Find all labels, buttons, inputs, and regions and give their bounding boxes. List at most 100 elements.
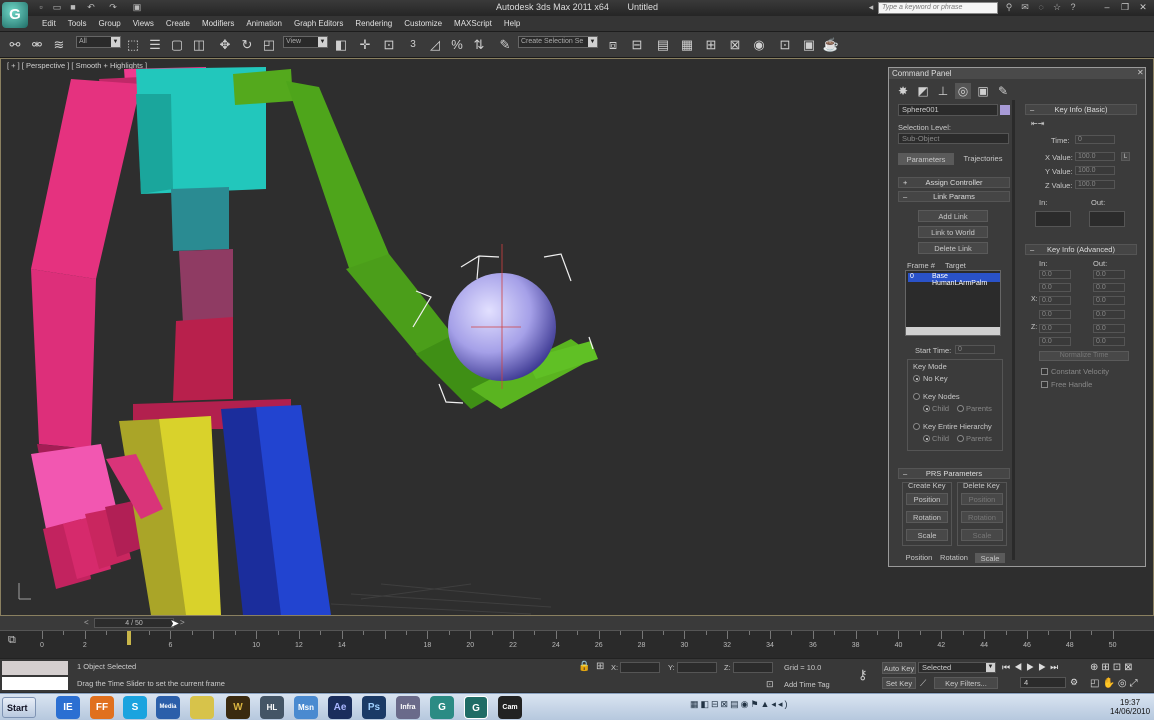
angle-snap-icon[interactable]: ◿ [426, 36, 444, 54]
half-life-app-icon[interactable]: HL [260, 696, 284, 719]
adv-out-spinner-6[interactable]: 0.0 [1093, 337, 1125, 346]
delete-scale-key-button[interactable]: Scale [961, 529, 1003, 541]
no-key-radio[interactable] [913, 375, 920, 382]
menu-create[interactable]: Create [160, 19, 196, 28]
z-value-spinner[interactable]: 100.0 [1075, 180, 1115, 189]
chevron-down-icon[interactable]: ▼ [986, 663, 995, 672]
current-frame-marker[interactable] [127, 631, 131, 645]
zoom-controls[interactable]: ⊕⊞⊡⊠ [1090, 662, 1136, 673]
pivot-center-icon[interactable]: ◧ [332, 36, 350, 54]
max-app-icon-1[interactable]: G [430, 696, 454, 719]
add-time-tag-button[interactable]: Add Time Tag [784, 680, 830, 689]
time-slider[interactable]: 4 / 50 [94, 618, 174, 628]
key-entire-radio[interactable] [913, 423, 920, 430]
link-list-row[interactable]: 0 Base HumanLArmPalm [908, 273, 1000, 287]
delete-position-key-button[interactable]: Position [961, 493, 1003, 505]
key-info-advanced-rollout[interactable]: – Key Info (Advanced) [1025, 244, 1137, 255]
key-info-basic-rollout[interactable]: – Key Info (Basic) [1025, 104, 1137, 115]
select-and-link-icon[interactable]: ⚯ [6, 36, 24, 54]
start-button[interactable]: Start [2, 697, 36, 718]
open-file-icon[interactable]: ▭ [52, 2, 62, 12]
prs-parameters-rollout[interactable]: – PRS Parameters [898, 468, 1010, 479]
normalize-time-button[interactable]: Normalize Time [1039, 351, 1129, 361]
new-file-icon[interactable]: ▫ [36, 2, 46, 12]
adv-out-spinner-1[interactable]: 0.0 [1093, 270, 1125, 279]
menu-modifiers[interactable]: Modifiers [196, 19, 240, 28]
project-folder-icon[interactable]: ▣ [132, 2, 142, 12]
mini-curve-editor-icon[interactable]: ⧉ [8, 634, 16, 647]
graphite-ribbon-icon[interactable]: ▦ [678, 36, 696, 54]
move-icon[interactable]: ✥ [216, 36, 234, 54]
edit-named-selection-icon[interactable]: ✎ [496, 36, 514, 54]
adv-in-spinner-4[interactable]: 0.0 [1039, 310, 1071, 319]
delete-rotation-key-button[interactable]: Rotation [961, 511, 1003, 523]
taskbar-clock[interactable]: 19:37 14/06/2010 [1110, 698, 1150, 716]
lock-button[interactable]: L [1121, 152, 1130, 161]
window-crossing-icon[interactable]: ◫ [190, 36, 208, 54]
menu-maxscript[interactable]: MAXScript [448, 19, 498, 28]
select-object-icon[interactable]: ⬚ [124, 36, 142, 54]
rotate-icon[interactable]: ↻ [238, 36, 256, 54]
set-key-mode-key-icon[interactable]: ⚷ [858, 667, 868, 683]
y-coord-field[interactable] [677, 662, 717, 673]
x-value-spinner[interactable]: 100.0 [1075, 152, 1115, 161]
close-panel-icon[interactable]: ✕ [1137, 68, 1145, 78]
menu-tools[interactable]: Tools [62, 19, 93, 28]
bind-space-warp-icon[interactable]: ≋ [50, 36, 68, 54]
messenger-app-icon[interactable]: Msn [294, 696, 318, 719]
panel-scrollbar[interactable] [1012, 100, 1015, 560]
object-color-swatch[interactable] [1000, 105, 1010, 115]
key-entire-parents-radio[interactable] [957, 435, 964, 442]
selection-filter-dropdown[interactable]: All ▼ [76, 36, 121, 48]
app-logo[interactable]: G [2, 2, 28, 28]
named-selection-dropdown[interactable]: Create Selection Se ▼ [518, 36, 598, 48]
layer-manager-icon[interactable]: ▤ [654, 36, 672, 54]
key-tangent-icon[interactable]: ⟋ [920, 678, 926, 689]
adv-out-spinner-3[interactable]: 0.0 [1093, 296, 1125, 305]
link-list[interactable]: 0 Base HumanLArmPalm [905, 270, 1001, 336]
adv-out-spinner-4[interactable]: 0.0 [1093, 310, 1125, 319]
binoculars-icon[interactable]: ⚲ [1004, 2, 1014, 12]
prs-rotation-tab[interactable]: Rotation [937, 553, 971, 563]
y-value-spinner[interactable]: 100.0 [1075, 166, 1115, 175]
rectangular-selection-icon[interactable]: ▢ [168, 36, 186, 54]
info-center-arrow-icon[interactable]: ◂ [866, 2, 876, 12]
close-button[interactable]: ✕ [1136, 2, 1150, 13]
menu-customize[interactable]: Customize [398, 19, 448, 28]
schematic-view-icon[interactable]: ⊠ [726, 36, 744, 54]
after-effects-app-icon[interactable]: Ae [328, 696, 352, 719]
constant-velocity-checkbox[interactable] [1041, 368, 1048, 375]
set-key-button[interactable]: Set Key [882, 677, 916, 689]
search-input[interactable]: Type a keyword or phrase [878, 2, 998, 14]
select-by-name-icon[interactable]: ☰ [146, 36, 164, 54]
absolute-mode-icon[interactable]: ⊞ [596, 661, 604, 672]
camtasia-app-icon[interactable]: Cam [498, 696, 522, 719]
align-icon[interactable]: ⊟ [628, 36, 646, 54]
create-scale-key-button[interactable]: Scale [906, 529, 948, 541]
time-tag-icon[interactable]: ⊡ [766, 679, 774, 690]
menu-views[interactable]: Views [127, 19, 160, 28]
create-position-key-button[interactable]: Position [906, 493, 948, 505]
prev-next-key-arrows-icon[interactable]: ⇤⇥ [1031, 119, 1053, 129]
material-editor-icon[interactable]: ◉ [750, 36, 768, 54]
hierarchy-tab-icon[interactable]: ⊥ [935, 83, 951, 99]
prs-scale-tab[interactable]: Scale [975, 553, 1005, 563]
out-tangent-graph[interactable] [1089, 211, 1125, 227]
x-coord-field[interactable] [620, 662, 660, 673]
key-filter-select[interactable]: Selected [918, 662, 996, 673]
favorites-icon[interactable]: ☆ [1052, 2, 1062, 12]
adv-out-spinner-5[interactable]: 0.0 [1093, 324, 1125, 333]
key-entire-child-radio[interactable] [923, 435, 930, 442]
prs-position-tab[interactable]: Position [902, 553, 936, 563]
keyboard-shortcut-icon[interactable]: ⊡ [380, 36, 398, 54]
z-coord-field[interactable] [733, 662, 773, 673]
mirror-icon[interactable]: ⧈ [604, 36, 622, 54]
adv-in-spinner-1[interactable]: 0.0 [1039, 270, 1071, 279]
list-horizontal-scrollbar[interactable] [906, 327, 1000, 335]
rendered-frame-icon[interactable]: ▣ [800, 36, 818, 54]
trajectories-tab-button[interactable]: Trajectories [957, 153, 1009, 165]
create-rotation-key-button[interactable]: Rotation [906, 511, 948, 523]
infra-app-icon[interactable]: Infra [396, 696, 420, 719]
create-tab-icon[interactable]: ✸ [895, 83, 911, 99]
subscription-icon[interactable]: ✉ [1020, 2, 1030, 12]
